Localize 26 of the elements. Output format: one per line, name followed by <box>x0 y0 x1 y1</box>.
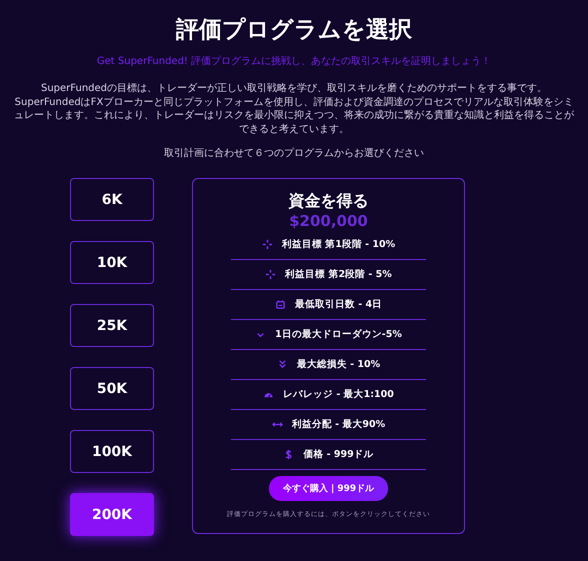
feature-text: 最大総損失 - 10% <box>296 358 380 371</box>
hint-text: 取引計画に合わせて６つのプログラムからお選びください <box>164 146 424 160</box>
program-tab[interactable]: 200K <box>70 493 154 536</box>
feature-text: 利益目標 第2段階 - 5% <box>285 268 392 281</box>
feature-text: 価格 - 999ドル <box>303 448 374 461</box>
program-tab[interactable]: 25K <box>70 304 154 347</box>
feature-text: 利益分配 - 最大90% <box>292 418 386 431</box>
calendar-icon <box>274 299 286 310</box>
program-tab[interactable]: 50K <box>70 367 154 410</box>
amount: $200,000 <box>289 212 368 230</box>
program-tab[interactable]: 6K <box>70 178 154 221</box>
dollar-icon <box>283 449 294 460</box>
double-chevron-icon <box>276 359 288 370</box>
buy-button[interactable]: 今すぐ購入 | 999ドル <box>268 476 388 501</box>
description: SuperFundedの目標は、トレーダーが正しい取引戦略を学び、取引スキルを磨くためのサポートをする事です。SuperFundedはFXブローカーと同じプラットフォームを使用し、評価および資金調達のプロセスでリアルな取引体験をシミュレートします。これにより、トレーダーはリスクを最小限に抑えつつ、将来の成功に繋がる貴重な知識と利益を得ることができると考えています。 <box>14 82 574 136</box>
feature-text: 1日の最大ドローダウン-5% <box>275 328 402 341</box>
feature-text: 利益目標 第1段階 - 10% <box>282 238 396 251</box>
subtitle: Get SuperFunded! 評価プログラムに挑戦し、あなたの取引スキルを証明しましょう！ <box>96 54 492 68</box>
program-tab[interactable]: 100K <box>70 430 154 473</box>
card-heading: 資金を得る <box>288 191 368 212</box>
feature-text: レバレッジ - 最大1:100 <box>283 388 394 401</box>
page-title: 評価プログラムを選択 <box>176 16 412 45</box>
feature-text: 最低取引日数 - 4日 <box>294 298 382 311</box>
program-tab[interactable]: 10K <box>70 241 154 284</box>
target-icon <box>262 239 273 250</box>
target-icon <box>265 269 276 280</box>
